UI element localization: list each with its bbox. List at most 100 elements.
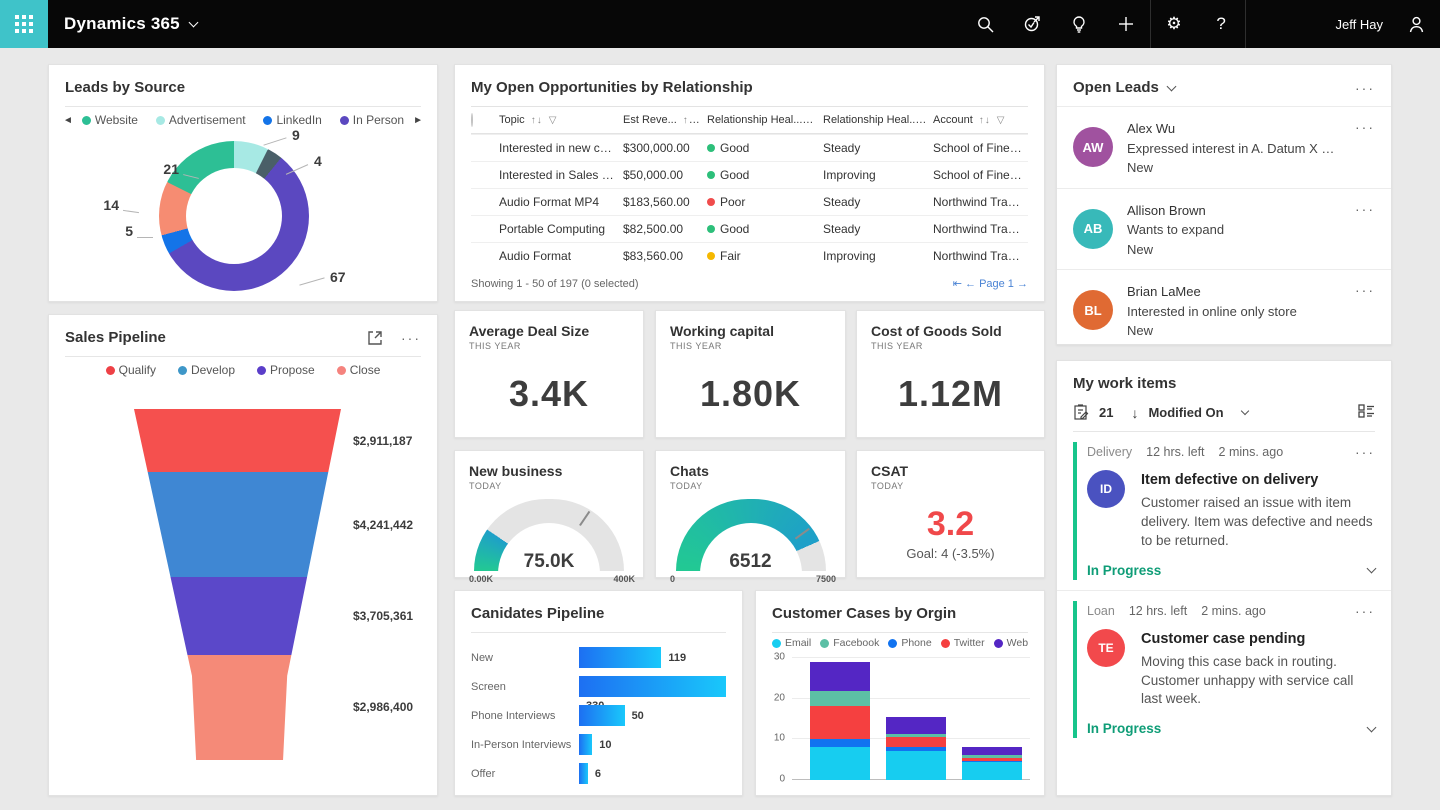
- more-button[interactable]: ···: [1355, 119, 1375, 178]
- work-item[interactable]: Delivery12 hrs. left2 mins. ago···IDItem…: [1057, 432, 1391, 590]
- stacked-bar[interactable]: [886, 717, 946, 780]
- sort-icon[interactable]: ↑↓: [683, 115, 695, 126]
- legend-item[interactable]: Advertisement: [156, 113, 246, 127]
- legend-item[interactable]: Twitter: [941, 637, 985, 649]
- legend-prev-button[interactable]: ◄: [63, 115, 73, 126]
- column-header[interactable]: Relationship Heal...↑↓▽: [823, 114, 933, 126]
- funnel-segment[interactable]: [134, 472, 341, 577]
- insights-button[interactable]: [1056, 0, 1103, 48]
- select-circle-icon[interactable]: [471, 113, 473, 127]
- table-row[interactable]: Audio Format MP4$183,560.00PoorSteadyNor…: [471, 188, 1028, 215]
- funnel-segment[interactable]: [134, 655, 341, 760]
- column-header[interactable]: Est Reve...↑↓▽: [623, 114, 707, 126]
- open-lead-item[interactable]: ABAllison BrownWants to expandNew···: [1057, 188, 1391, 270]
- legend-item[interactable]: Website: [82, 113, 138, 127]
- more-button[interactable]: ···: [1355, 444, 1375, 460]
- account-cell[interactable]: Northwind Trad...: [933, 249, 1028, 263]
- more-button[interactable]: ···: [1355, 201, 1375, 260]
- table-row[interactable]: Audio Format$83,560.00FairImprovingNorth…: [471, 242, 1028, 269]
- trend-cell: Improving: [823, 249, 933, 263]
- bar[interactable]: [579, 676, 726, 697]
- lead-name[interactable]: Alex Wu: [1127, 119, 1355, 139]
- work-item[interactable]: Loan12 hrs. left2 mins. ago···TECustomer…: [1057, 590, 1391, 749]
- account-cell[interactable]: Northwind Trad...: [933, 222, 1028, 236]
- legend-item[interactable]: Propose: [257, 363, 315, 377]
- select-all-cell[interactable]: [471, 114, 499, 126]
- legend-item[interactable]: In Person: [340, 113, 404, 127]
- lead-name[interactable]: Brian LaMee: [1127, 282, 1355, 302]
- legend-item[interactable]: Web: [994, 637, 1028, 649]
- legend-item[interactable]: Close: [337, 363, 381, 377]
- topic-cell[interactable]: Portable Computing: [499, 222, 623, 236]
- more-button[interactable]: ···: [1355, 80, 1375, 96]
- topic-cell[interactable]: Interested in Sales Prod...: [499, 168, 623, 182]
- more-button[interactable]: ···: [401, 330, 421, 346]
- account-button[interactable]: [1393, 0, 1440, 48]
- legend-item[interactable]: Qualify: [106, 363, 156, 377]
- topic-cell[interactable]: Audio Format: [499, 249, 623, 263]
- app-launcher-button[interactable]: [0, 0, 48, 48]
- column-header[interactable]: Account↑↓▽: [933, 114, 1028, 126]
- work-item-title[interactable]: Item defective on delivery: [1141, 472, 1375, 488]
- bar[interactable]: [579, 734, 592, 755]
- table-row[interactable]: Portable Computing$82,500.00GoodSteadyNo…: [471, 215, 1028, 242]
- legend-next-button[interactable]: ►: [413, 115, 423, 126]
- funnel-segment[interactable]: [134, 409, 341, 472]
- column-header[interactable]: Topic↑↓▽: [499, 114, 623, 126]
- column-header[interactable]: Relationship Heal...↑↓▽: [707, 114, 823, 126]
- sort-icon[interactable]: ↑↓: [979, 115, 991, 126]
- next-page-button[interactable]: →: [1017, 278, 1028, 290]
- legend-item[interactable]: LinkedIn: [263, 113, 321, 127]
- bar[interactable]: [579, 763, 588, 784]
- popout-icon[interactable]: [367, 330, 383, 346]
- bar[interactable]: [579, 647, 661, 668]
- legend-item[interactable]: Email: [772, 637, 811, 649]
- add-button[interactable]: [1103, 0, 1150, 48]
- legend-item[interactable]: Phone: [888, 637, 931, 649]
- account-cell[interactable]: Northwind Trad...: [933, 195, 1028, 209]
- donut-leader-line: [263, 137, 286, 145]
- open-lead-item[interactable]: BLBrian LaMeeInterested in online only s…: [1057, 269, 1391, 351]
- donut-ring[interactable]: [159, 141, 309, 291]
- chevron-down-icon[interactable]: [1367, 722, 1377, 732]
- health-cell: Good: [707, 222, 823, 236]
- stacked-bar[interactable]: [962, 747, 1022, 780]
- legend-item[interactable]: Develop: [178, 363, 235, 377]
- status-link[interactable]: In Progress: [1087, 563, 1161, 578]
- donut-leader-line: [137, 237, 153, 238]
- open-lead-item[interactable]: AWAlex WuExpressed interest in A. Datum …: [1057, 106, 1391, 188]
- funnel-segment[interactable]: [134, 577, 341, 654]
- more-button[interactable]: ···: [1355, 603, 1375, 619]
- table-row[interactable]: Interested in new cell p...$300,000.00Go…: [471, 134, 1028, 161]
- account-cell[interactable]: School of Fine Art: [933, 168, 1028, 182]
- bar[interactable]: [579, 705, 625, 726]
- app-title[interactable]: Dynamics 365: [64, 14, 197, 34]
- bar-track: 6: [579, 763, 726, 784]
- filter-icon[interactable]: ▽: [549, 115, 558, 126]
- lead-name[interactable]: Allison Brown: [1127, 201, 1355, 221]
- sort-direction-icon[interactable]: ↓: [1131, 405, 1138, 421]
- topic-cell[interactable]: Interested in new cell p...: [499, 141, 623, 155]
- account-cell[interactable]: School of Fine Art: [933, 141, 1028, 155]
- work-item-title[interactable]: Customer case pending: [1141, 631, 1375, 647]
- help-button[interactable]: ?: [1198, 0, 1245, 48]
- table-row[interactable]: Interested in Sales Prod...$50,000.00Goo…: [471, 161, 1028, 188]
- sort-field-dropdown[interactable]: Modified On: [1148, 405, 1247, 420]
- search-button[interactable]: [962, 0, 1009, 48]
- card-view-icon[interactable]: [1358, 404, 1375, 418]
- stacked-bar[interactable]: [810, 662, 870, 780]
- more-button[interactable]: ···: [1355, 282, 1375, 341]
- settings-button[interactable]: ⚙: [1151, 0, 1198, 48]
- legend-item[interactable]: Facebook: [820, 637, 879, 649]
- optimize-button[interactable]: [1009, 0, 1056, 48]
- user-name[interactable]: Jeff Hay: [1246, 17, 1393, 32]
- first-page-button[interactable]: ⇤: [953, 278, 962, 290]
- card-title[interactable]: Open Leads: [1073, 79, 1175, 96]
- filter-icon[interactable]: ▽: [997, 115, 1006, 126]
- chevron-down-icon[interactable]: [1367, 564, 1377, 574]
- status-link[interactable]: In Progress: [1087, 721, 1161, 736]
- funnel-shape[interactable]: [134, 409, 341, 760]
- sort-icon[interactable]: ↑↓: [531, 115, 543, 126]
- topic-cell[interactable]: Audio Format MP4: [499, 195, 623, 209]
- prev-page-button[interactable]: ←: [965, 278, 976, 290]
